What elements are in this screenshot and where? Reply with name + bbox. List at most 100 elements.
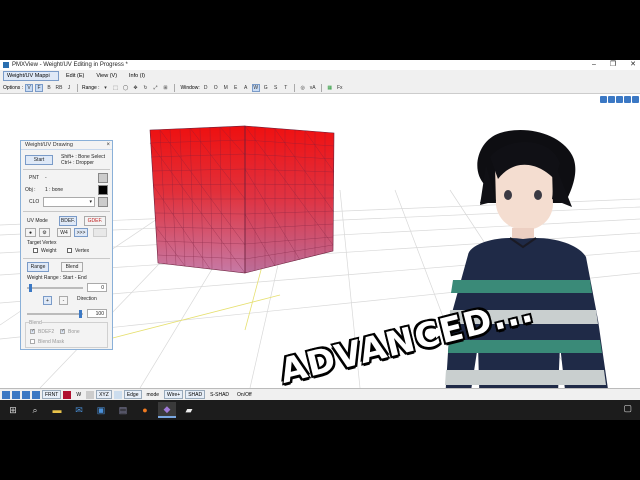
- folder-icon[interactable]: ▰: [180, 402, 198, 418]
- option-j-button[interactable]: J: [65, 84, 73, 92]
- edge-button[interactable]: Edge: [123, 390, 142, 399]
- file-explorer-icon[interactable]: ▬: [48, 402, 66, 418]
- mode-dropdown-status[interactable]: mode: [144, 390, 163, 399]
- ctrl-hint: Ctrl+ : Dropper: [61, 160, 94, 166]
- range-button[interactable]: Range: [27, 262, 49, 272]
- start-button[interactable]: Start: [25, 155, 53, 165]
- snap-tool-icon[interactable]: ⊞: [162, 84, 170, 92]
- option-v-button[interactable]: V: [25, 83, 34, 92]
- start-value-field[interactable]: 0: [87, 283, 107, 292]
- start-slider[interactable]: [27, 284, 83, 292]
- minus-button[interactable]: -: [59, 296, 68, 305]
- w4-button[interactable]: W4: [57, 228, 71, 237]
- fx-button[interactable]: Fx: [336, 84, 344, 92]
- select-tool-icon[interactable]: ⬚: [112, 84, 120, 92]
- view-icon-3[interactable]: [22, 390, 30, 399]
- firefox-icon[interactable]: ●: [136, 402, 154, 418]
- view-zoom-icon[interactable]: [608, 96, 615, 103]
- w-button[interactable]: W: [73, 390, 84, 399]
- uv-mode-label: UV Mode: [27, 218, 48, 224]
- clo-dropdown[interactable]: ▾: [43, 197, 95, 207]
- blend-button[interactable]: Blend: [61, 262, 83, 272]
- bone-label: Bone: [68, 329, 80, 335]
- option-b-button[interactable]: B: [45, 84, 53, 92]
- maximize-button[interactable]: ❐: [610, 60, 616, 70]
- option-f-button[interactable]: F: [35, 83, 44, 92]
- window-g-button[interactable]: G: [262, 84, 270, 92]
- gdef-button[interactable]: GDEF.: [84, 216, 106, 226]
- menu-info[interactable]: Info (I): [124, 71, 150, 81]
- view-icon[interactable]: [2, 390, 10, 399]
- menu-view[interactable]: View (V): [91, 71, 122, 81]
- rotate-tool-icon[interactable]: ↻: [142, 84, 150, 92]
- window-o-button[interactable]: O: [212, 84, 220, 92]
- direction-slider-thumb[interactable]: [79, 310, 82, 318]
- view-move-icon[interactable]: [600, 96, 607, 103]
- window-m-button[interactable]: M: [222, 84, 230, 92]
- direction-value-field[interactable]: 100: [87, 309, 107, 318]
- view-icon-4[interactable]: [32, 390, 40, 399]
- red-cube[interactable]: [149, 125, 335, 274]
- mail-icon[interactable]: ✉: [70, 402, 88, 418]
- view-icon-2[interactable]: [12, 390, 20, 399]
- wire-button[interactable]: Wire+: [164, 390, 184, 399]
- window-e-button[interactable]: E: [232, 84, 240, 92]
- obj-label: Obj :: [25, 187, 36, 193]
- scale-tool-icon[interactable]: ⤢: [152, 84, 160, 92]
- window-s-button[interactable]: S: [272, 84, 280, 92]
- mode-dropdown[interactable]: Weight/UV Mappi: [3, 71, 59, 81]
- dot-icon[interactable]: ●: [25, 228, 36, 237]
- globe-icon[interactable]: ◎: [299, 84, 307, 92]
- start-slider-thumb[interactable]: [29, 284, 32, 292]
- obj-swatch[interactable]: [98, 185, 108, 195]
- direction-slider[interactable]: [27, 310, 83, 318]
- minimize-button[interactable]: –: [592, 60, 596, 70]
- blend-group: Blend BDEF2 Bone Blend Mask: [25, 320, 108, 348]
- view-reset-icon[interactable]: [632, 96, 639, 103]
- axis-icon[interactable]: [113, 390, 122, 399]
- front-view-button[interactable]: FRNT: [42, 390, 62, 399]
- window-t-button[interactable]: T: [282, 84, 290, 92]
- anime-character-model[interactable]: [444, 129, 612, 388]
- letterbox-top: [0, 0, 640, 60]
- view-pan-icon[interactable]: [624, 96, 631, 103]
- windows-start-icon[interactable]: ⊞: [4, 402, 22, 418]
- app-icon[interactable]: ▤: [114, 402, 132, 418]
- pmxview-icon[interactable]: ◆: [158, 402, 176, 418]
- vertex-checkbox-label: Vertex: [75, 248, 90, 254]
- status-bar: FRNT W XYZ Edge mode Wire+ SHAD S-SHAD O…: [0, 388, 640, 400]
- window-d-button[interactable]: D: [202, 84, 210, 92]
- color-swatch[interactable]: [63, 390, 72, 399]
- xyz-button[interactable]: XYZ: [96, 390, 112, 399]
- va-button[interactable]: vA: [309, 84, 317, 92]
- on-off-button[interactable]: On/Off: [234, 390, 255, 399]
- vertex-checkbox[interactable]: [67, 248, 72, 253]
- shad-button[interactable]: SHAD: [185, 390, 206, 399]
- circle-tool-icon[interactable]: ◯: [122, 84, 130, 92]
- option-rb-button[interactable]: RB: [55, 84, 63, 92]
- search-icon[interactable]: ⌕: [26, 402, 44, 418]
- grid-icon[interactable]: ▦: [326, 84, 334, 92]
- store-icon[interactable]: ▣: [92, 402, 110, 418]
- plus-button[interactable]: +: [43, 296, 52, 305]
- view-rotate-icon[interactable]: [616, 96, 623, 103]
- notification-icon[interactable]: ▢: [623, 403, 632, 414]
- weight-checkbox[interactable]: [33, 248, 38, 253]
- s-shad-button[interactable]: S-SHAD: [207, 390, 232, 399]
- menu-edit[interactable]: Edit (E): [61, 71, 89, 81]
- clo-swatch[interactable]: [98, 197, 108, 207]
- panel-close-button[interactable]: ×: [106, 141, 110, 150]
- window-label: Window:: [180, 84, 200, 91]
- gear-icon[interactable]: ⚙: [39, 228, 50, 237]
- move-tool-icon[interactable]: ✥: [132, 84, 140, 92]
- pnt-swatch[interactable]: [98, 173, 108, 183]
- viewport-3d[interactable]: ADVANCED... Weight/UV Drawing × Start Sh…: [0, 95, 640, 388]
- bdef-button[interactable]: BDEF.: [59, 216, 77, 226]
- range-dropdown-icon[interactable]: ▾: [102, 84, 110, 92]
- next-button[interactable]: >>>: [74, 228, 88, 237]
- close-button[interactable]: ✕: [630, 60, 636, 70]
- letterbox-bottom: [0, 420, 640, 480]
- window-w-button[interactable]: W: [251, 83, 260, 92]
- window-a-button[interactable]: A: [242, 84, 250, 92]
- viewport-tools: [600, 96, 639, 103]
